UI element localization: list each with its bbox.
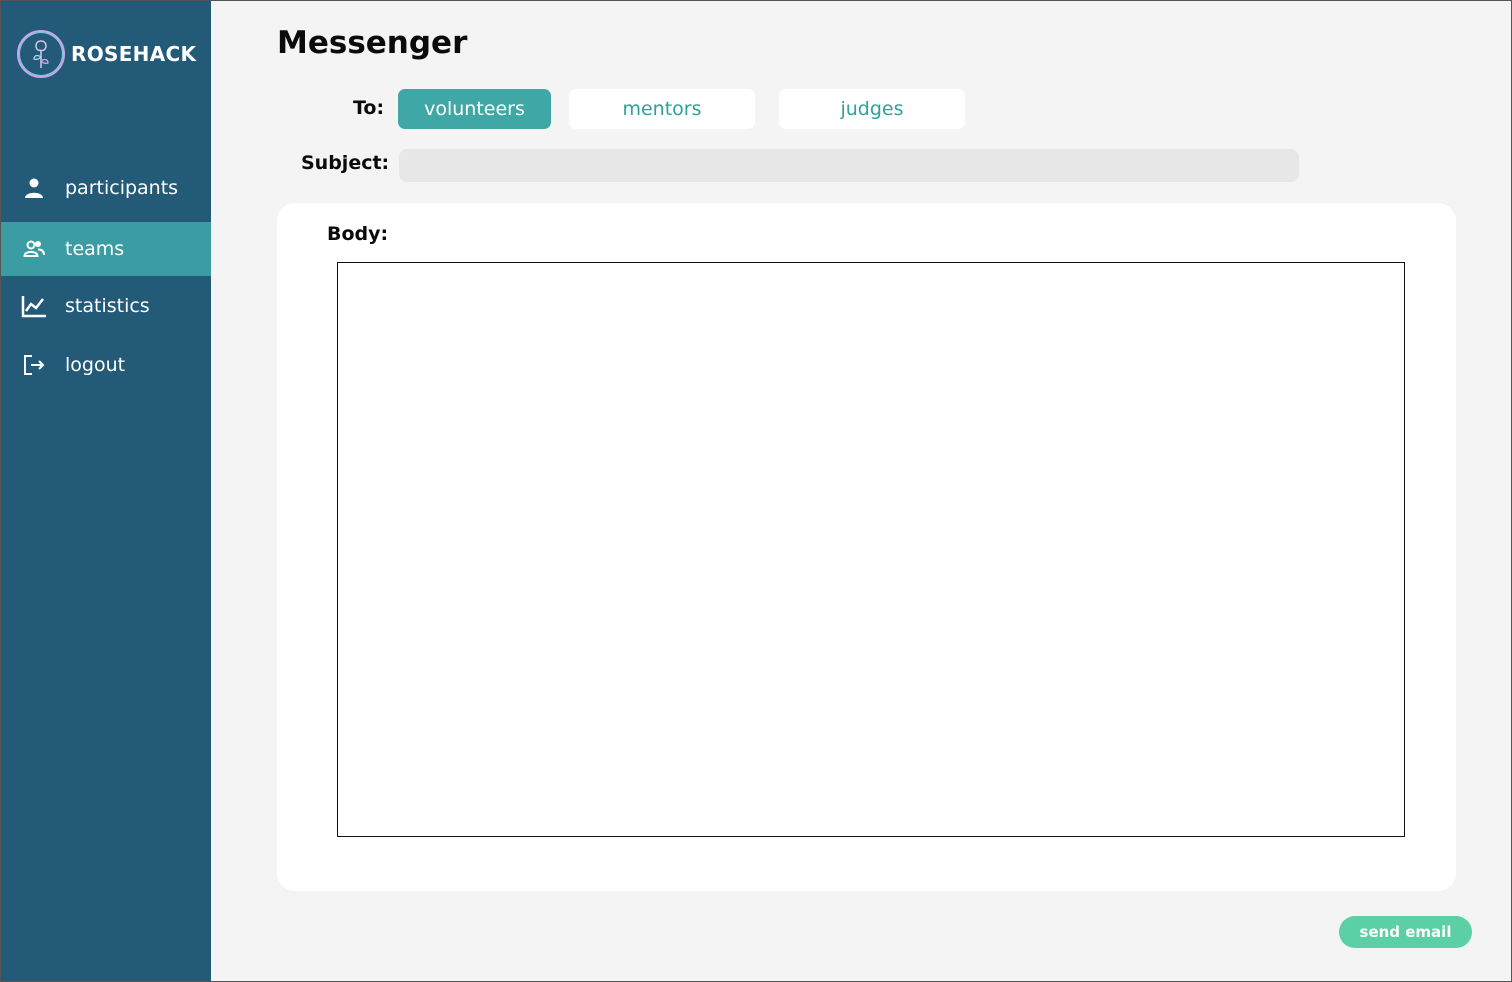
- body-card: Body:: [277, 203, 1456, 891]
- sidebar-item-logout[interactable]: logout: [1, 338, 211, 392]
- chart-line-icon: [21, 293, 47, 319]
- recipient-judges-button[interactable]: judges: [779, 89, 965, 129]
- recipient-mentors-button[interactable]: mentors: [569, 89, 755, 129]
- subject-input[interactable]: [399, 149, 1299, 182]
- sidebar-item-label: participants: [65, 177, 179, 199]
- brand-name: ROSEHACK: [71, 42, 197, 66]
- sidebar-item-statistics[interactable]: statistics: [1, 279, 211, 333]
- sidebar: ROSEHACK participants teams statistics l…: [1, 1, 211, 981]
- sidebar-item-teams[interactable]: teams: [1, 222, 211, 276]
- sidebar-item-participants[interactable]: participants: [1, 161, 211, 215]
- sidebar-item-label: teams: [65, 238, 125, 260]
- rose-logo-icon: [17, 30, 65, 78]
- sidebar-item-label: logout: [65, 354, 126, 376]
- body-textarea[interactable]: [337, 262, 1405, 837]
- sidebar-item-label: statistics: [65, 295, 150, 317]
- subject-label: Subject:: [301, 152, 390, 174]
- body-label: Body:: [327, 223, 389, 245]
- brand[interactable]: ROSEHACK: [17, 29, 196, 79]
- app-window: ROSEHACK participants teams statistics l…: [0, 0, 1512, 982]
- logout-icon: [21, 352, 47, 378]
- send-email-button[interactable]: send email: [1339, 916, 1472, 948]
- group-icon: [21, 236, 47, 262]
- page-title: Messenger: [277, 25, 468, 61]
- recipient-volunteers-button[interactable]: volunteers: [398, 89, 551, 129]
- person-icon: [21, 175, 47, 201]
- to-label: To:: [353, 97, 385, 119]
